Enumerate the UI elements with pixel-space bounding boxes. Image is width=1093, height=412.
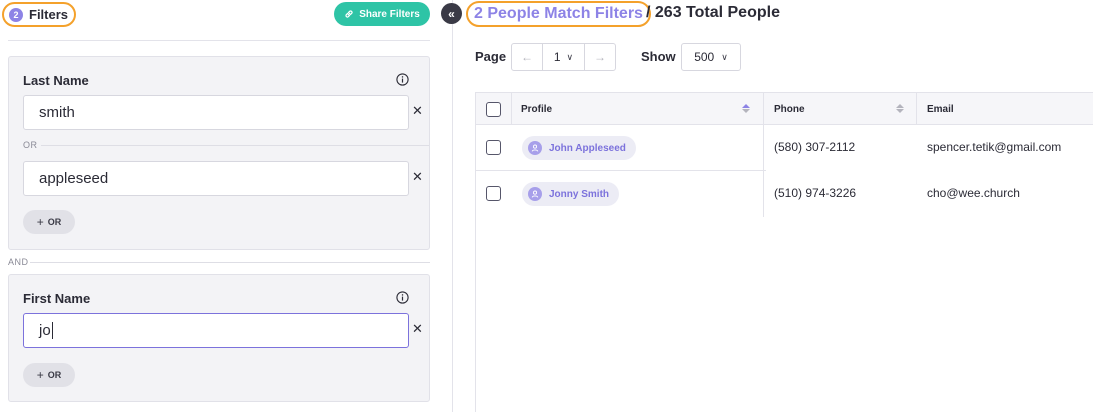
filter-group-first-name: First Name jo ✕ + OR bbox=[8, 274, 430, 402]
remove-value-icon[interactable]: ✕ bbox=[412, 169, 423, 185]
phone-cell: (510) 974-3226 bbox=[774, 186, 857, 200]
column-header-phone[interactable]: Phone bbox=[774, 93, 805, 125]
add-or-button[interactable]: + OR bbox=[23, 363, 75, 387]
filter-group-last-name: Last Name smith ✕ OR appleseed ✕ + OR bbox=[8, 56, 430, 250]
column-divider bbox=[916, 93, 917, 125]
chevron-down-icon: ∨ bbox=[566, 51, 574, 62]
add-or-label: OR bbox=[47, 370, 62, 380]
info-icon[interactable] bbox=[396, 291, 409, 304]
email-cell: spencer.tetik@gmail.com bbox=[927, 140, 1062, 154]
first-name-input[interactable]: jo bbox=[23, 313, 409, 348]
info-icon[interactable] bbox=[396, 73, 409, 86]
column-header-profile[interactable]: Profile bbox=[521, 93, 552, 125]
sort-icon[interactable] bbox=[896, 104, 904, 113]
user-icon bbox=[528, 141, 542, 155]
or-separator: OR bbox=[23, 140, 38, 150]
page-select[interactable]: 1 ∨ bbox=[542, 44, 585, 70]
phone-cell: (580) 307-2112 bbox=[774, 140, 856, 154]
column-divider bbox=[511, 93, 512, 125]
chevron-down-icon: ∨ bbox=[721, 51, 728, 62]
show-label: Show bbox=[641, 49, 676, 64]
share-filters-label: Share Filters bbox=[359, 8, 420, 20]
profile-chip[interactable]: Jonny Smith bbox=[522, 182, 620, 206]
select-all-checkbox[interactable] bbox=[486, 102, 501, 117]
next-page-button[interactable]: → bbox=[585, 44, 615, 70]
arrow-right-icon: → bbox=[594, 50, 606, 64]
profile-name: John Appleseed bbox=[549, 142, 626, 154]
profile-name: Jonny Smith bbox=[549, 188, 610, 200]
total-count-text: / 263 Total People bbox=[646, 4, 780, 21]
user-icon bbox=[528, 187, 542, 201]
link-icon bbox=[345, 10, 353, 18]
sort-icon[interactable] bbox=[742, 104, 750, 113]
and-divider bbox=[30, 262, 430, 263]
table-header: Profile Phone Email bbox=[476, 93, 1093, 217]
add-or-label: OR bbox=[47, 217, 62, 227]
input-value: appleseed bbox=[39, 170, 109, 187]
plus-icon: + bbox=[36, 215, 44, 229]
share-filters-button[interactable]: Share Filters bbox=[334, 2, 430, 26]
plus-icon: + bbox=[36, 368, 44, 382]
filters-header[interactable]: 2 Filters bbox=[2, 2, 76, 27]
input-value: jo bbox=[39, 322, 51, 339]
last-name-input-1[interactable]: smith bbox=[23, 95, 409, 130]
table-row[interactable]: Jonny Smith (510) 974-3226 cho@wee.churc… bbox=[476, 171, 1093, 217]
remove-value-icon[interactable]: ✕ bbox=[412, 321, 423, 337]
pagination: ← 1 ∨ → bbox=[511, 43, 616, 71]
page-value: 1 bbox=[553, 50, 561, 64]
row-checkbox[interactable] bbox=[486, 140, 501, 155]
results-table: Profile Phone Email John Appleseed (580)… bbox=[475, 92, 1093, 412]
page-size-select[interactable]: 500 ∨ bbox=[681, 43, 741, 71]
column-header-email[interactable]: Email bbox=[927, 93, 954, 125]
filter-title: First Name bbox=[23, 291, 91, 306]
profile-chip[interactable]: John Appleseed bbox=[522, 136, 636, 160]
page-size-value: 500 bbox=[694, 50, 715, 64]
add-or-button[interactable]: + OR bbox=[23, 210, 75, 234]
filters-count-badge: 2 bbox=[9, 7, 23, 22]
email-cell: cho@wee.church bbox=[927, 186, 1020, 200]
row-checkbox[interactable] bbox=[486, 186, 501, 201]
or-divider bbox=[41, 145, 429, 146]
remove-value-icon[interactable]: ✕ bbox=[412, 103, 423, 119]
filters-label: Filters bbox=[29, 7, 69, 22]
and-separator: AND bbox=[8, 257, 29, 267]
table-row[interactable]: John Appleseed (580) 307-2112 spencer.te… bbox=[476, 125, 1093, 171]
text-caret bbox=[51, 322, 53, 339]
divider bbox=[8, 40, 430, 41]
match-count-text: 2 People Match Filters bbox=[474, 5, 643, 22]
filter-title: Last Name bbox=[23, 73, 89, 88]
arrow-left-icon: ← bbox=[521, 50, 533, 64]
collapse-panel-button[interactable]: « bbox=[441, 3, 462, 24]
input-value: smith bbox=[39, 104, 75, 121]
last-name-input-2[interactable]: appleseed bbox=[23, 161, 409, 196]
prev-page-button[interactable]: ← bbox=[512, 44, 542, 70]
page-label: Page bbox=[475, 49, 507, 64]
filter-panel: 2 Filters Share Filters Last Name smith … bbox=[0, 0, 453, 412]
match-count-badge: 2 People Match Filters bbox=[466, 1, 651, 27]
double-chevron-left-icon: « bbox=[448, 6, 455, 21]
